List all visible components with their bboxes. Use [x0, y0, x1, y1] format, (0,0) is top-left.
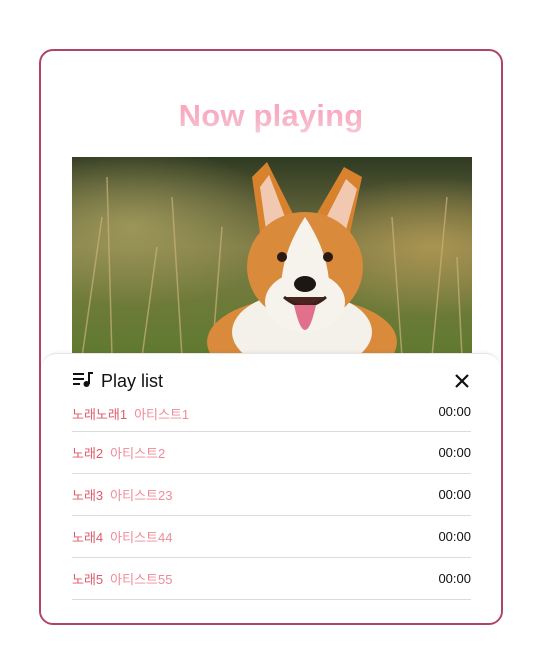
song-title: 노래2: [72, 446, 104, 461]
song-duration: 00:00: [438, 404, 471, 419]
song-title: 노래4: [72, 530, 104, 545]
artist-name: 아티스트44: [110, 530, 173, 545]
song-duration: 00:00: [438, 571, 471, 586]
song-title: 노래5: [72, 572, 104, 587]
close-icon: [455, 374, 469, 388]
queue-music-icon: [73, 371, 93, 392]
playlist-title-group: Play list: [73, 371, 163, 392]
artist-name: 아티스트1: [134, 407, 190, 422]
song-duration: 00:00: [438, 529, 471, 544]
playlist-item[interactable]: 노래5 아티스트55 00:00: [72, 558, 471, 600]
album-cover-image: [72, 157, 472, 357]
playlist-list: 노래노래1 아티스트1 00:00 노래2 아티스트2 00:00 노래3 아티…: [72, 396, 471, 600]
playlist-item[interactable]: 노래노래1 아티스트1 00:00: [72, 396, 471, 432]
playlist-panel: Play list 노래노래1 아티스트1 00:00 노래2 아티스트2 00…: [41, 353, 501, 623]
artist-name: 아티스트2: [110, 446, 166, 461]
song-title: 노래3: [72, 488, 104, 503]
song-title: 노래노래1: [72, 407, 128, 422]
artist-name: 아티스트55: [110, 572, 173, 587]
playlist-item[interactable]: 노래4 아티스트44 00:00: [72, 516, 471, 558]
song-duration: 00:00: [438, 487, 471, 502]
song-duration: 00:00: [438, 445, 471, 460]
close-button[interactable]: [453, 372, 471, 390]
playlist-item[interactable]: 노래3 아티스트23 00:00: [72, 474, 471, 516]
playlist-heading: Play list: [101, 370, 164, 391]
artist-name: 아티스트23: [110, 488, 173, 503]
playlist-item[interactable]: 노래2 아티스트2 00:00: [72, 432, 471, 474]
now-playing-title: Now playing: [41, 98, 501, 134]
playlist-header: Play list: [73, 368, 471, 394]
music-player-card: Now playing Play list 노래노래1 아티스트1 00:00 …: [39, 49, 503, 625]
